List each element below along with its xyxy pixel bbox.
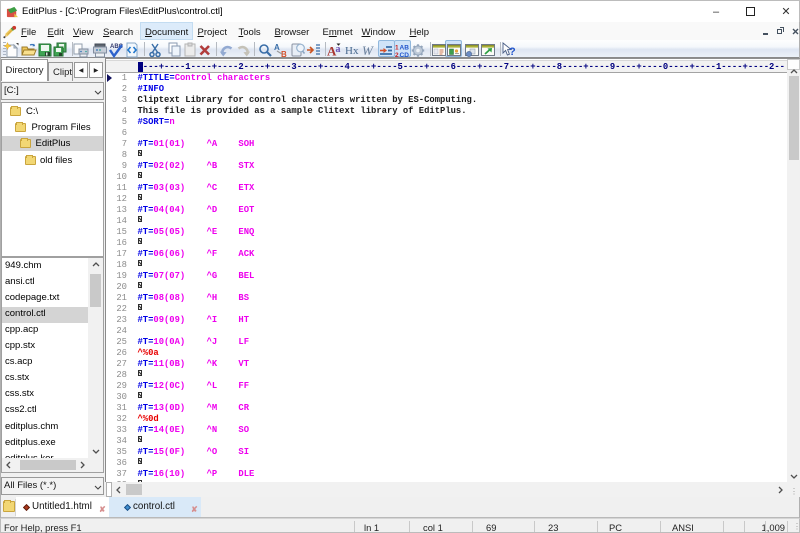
- svg-text:W: W: [362, 43, 374, 58]
- svg-text:a: a: [336, 44, 341, 55]
- svg-text:A: A: [274, 43, 280, 52]
- svg-text:1: 1: [395, 44, 399, 51]
- svg-text:2: 2: [395, 52, 399, 58]
- svg-text:Hx: Hx: [345, 45, 359, 57]
- svg-text:AB: AB: [400, 44, 410, 51]
- svg-text:?: ?: [509, 46, 516, 58]
- svg-text:CD: CD: [400, 52, 410, 58]
